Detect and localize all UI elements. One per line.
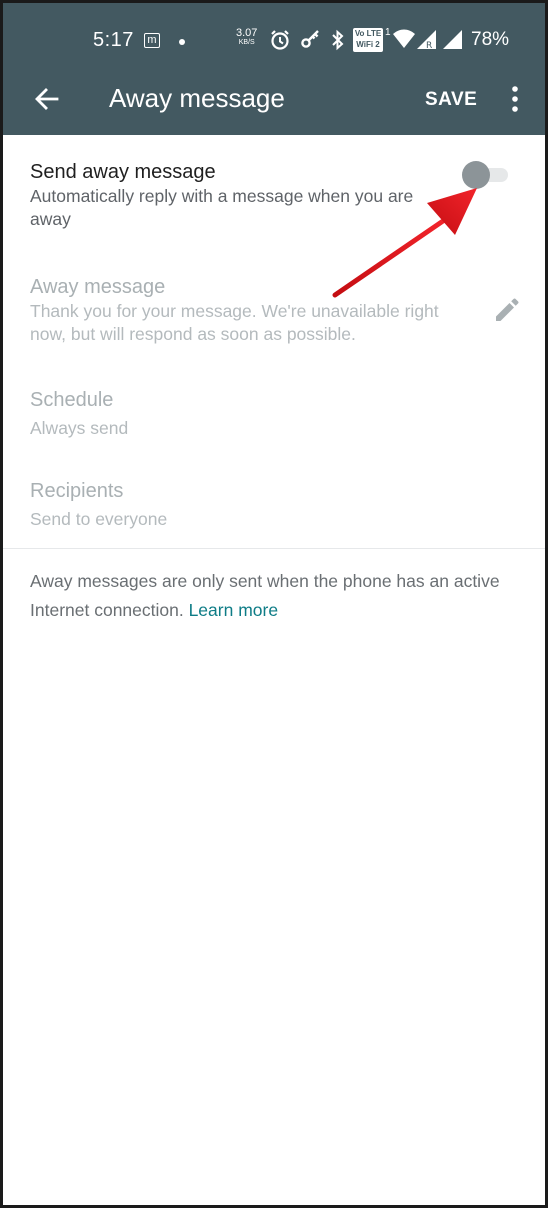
- wifi-icon: [393, 29, 415, 48]
- more-options-icon[interactable]: [505, 85, 525, 113]
- volte-label: Vo LTE: [354, 29, 382, 38]
- net-speed: 3.07 KB/S: [236, 28, 257, 48]
- footer-note: Away messages are only sent when the pho…: [30, 567, 518, 625]
- send-away-message-title: Send away message: [30, 161, 216, 183]
- screen: 5:17 m 3.07 KB/S Vo LTE WiFi 2 1 R 78% A…: [0, 0, 548, 1208]
- app-bar: 5:17 m 3.07 KB/S Vo LTE WiFi 2 1 R 78% A…: [3, 3, 545, 135]
- learn-more-link[interactable]: Learn more: [189, 600, 279, 620]
- schedule-value: Always send: [30, 418, 129, 438]
- battery-level: 78%: [471, 29, 510, 50]
- edit-pencil-icon[interactable]: [492, 295, 522, 325]
- recipients-title: Recipients: [30, 480, 124, 502]
- wifi-call-label: WiFi 2: [356, 40, 380, 49]
- signal-roaming-icon: R: [417, 30, 436, 51]
- bluetooth-icon: [332, 29, 344, 51]
- volte-wifi-calling-icon: Vo LTE WiFi 2: [353, 28, 383, 52]
- toggle-thumb: [462, 161, 490, 189]
- back-arrow-icon[interactable]: [33, 85, 61, 113]
- svg-text:R: R: [426, 41, 432, 51]
- send-away-message-subtitle: Automatically reply with a message when …: [30, 186, 414, 229]
- notification-dot-icon: [179, 39, 185, 45]
- status-bar: 5:17 m 3.07 KB/S Vo LTE WiFi 2 1 R 78%: [3, 3, 545, 65]
- save-button[interactable]: SAVE: [425, 89, 477, 111]
- sim-label: 1: [385, 27, 391, 38]
- send-away-message-toggle[interactable]: [462, 161, 510, 189]
- signal-icon: [443, 30, 462, 49]
- notification-m-icon: m: [144, 33, 160, 48]
- vpn-key-icon: [301, 30, 319, 48]
- away-message-title: Away message: [30, 276, 166, 298]
- recipients-setting[interactable]: Recipients Send to everyone: [30, 478, 518, 531]
- send-away-message-setting[interactable]: Send away message Automatically reply wi…: [30, 159, 455, 231]
- recipients-value: Send to everyone: [30, 509, 168, 529]
- status-time: 5:17: [93, 29, 134, 51]
- net-speed-unit: KB/S: [238, 39, 255, 46]
- away-message-setting[interactable]: Away message Thank you for your message.…: [30, 274, 445, 346]
- page-title: Away message: [109, 83, 285, 113]
- schedule-title: Schedule: [30, 389, 114, 411]
- alarm-icon: [271, 30, 289, 50]
- away-message-text: Thank you for your message. We're unavai…: [30, 301, 439, 344]
- schedule-setting[interactable]: Schedule Always send: [30, 387, 518, 440]
- divider: [3, 548, 545, 549]
